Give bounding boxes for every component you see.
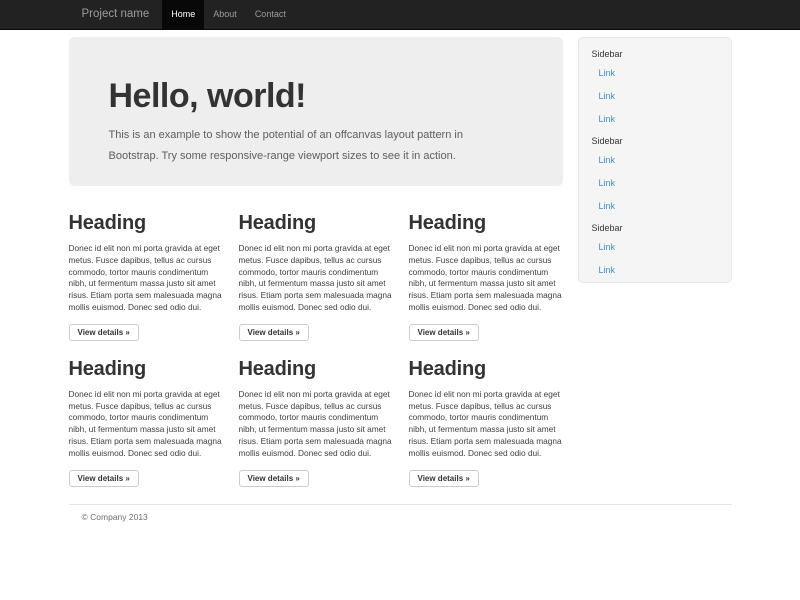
card-1: Heading Donec id elit non mi porta gravi… (69, 212, 224, 341)
card-3: Heading Donec id elit non mi porta gravi… (409, 212, 564, 341)
sidebar-link[interactable]: Link (579, 172, 731, 195)
sidebar-panel: Sidebar Link Link Link Sidebar Link Link… (578, 37, 732, 283)
sidebar-link[interactable]: Link (579, 236, 731, 259)
sidebar-link[interactable]: Link (579, 195, 731, 218)
card-body-text: Donec id elit non mi porta gravida at eg… (69, 243, 224, 314)
sidebar-group-heading: Sidebar (579, 218, 731, 236)
view-details-button[interactable]: View details » (69, 324, 139, 341)
card-heading: Heading (69, 212, 224, 235)
jumbotron-text-line-1: This is an example to show the potential… (109, 125, 523, 146)
card-heading: Heading (69, 358, 224, 381)
view-details-button[interactable]: View details » (409, 324, 479, 341)
sidebar-group-3: Sidebar Link Link (579, 218, 731, 282)
card-4: Heading Donec id elit non mi porta gravi… (69, 358, 224, 487)
card-heading: Heading (239, 358, 394, 381)
card-body-text: Donec id elit non mi porta gravida at eg… (239, 243, 394, 314)
nav-item-contact[interactable]: Contact (246, 0, 295, 29)
cards-row-2: Heading Donec id elit non mi porta gravi… (69, 358, 563, 487)
sidebar-link[interactable]: Link (579, 149, 731, 172)
footer-copyright: © Company 2013 (82, 512, 732, 522)
card-2: Heading Donec id elit non mi porta gravi… (239, 212, 394, 341)
sidebar-group-heading: Sidebar (579, 131, 731, 149)
card-heading: Heading (409, 358, 564, 381)
card-body-text: Donec id elit non mi porta gravida at eg… (409, 389, 564, 460)
card-5: Heading Donec id elit non mi porta gravi… (239, 358, 394, 487)
view-details-button[interactable]: View details » (69, 470, 139, 487)
card-6: Heading Donec id elit non mi porta gravi… (409, 358, 564, 487)
view-details-button[interactable]: View details » (239, 324, 309, 341)
card-body-text: Donec id elit non mi porta gravida at eg… (409, 243, 564, 314)
jumbotron-title: Hello, world! (109, 78, 523, 114)
jumbotron: Hello, world! This is an example to show… (69, 37, 563, 186)
navbar-brand[interactable]: Project name (69, 0, 163, 29)
sidebar-group-heading: Sidebar (579, 44, 731, 62)
navbar: Project name Home About Contact (0, 0, 800, 30)
cards-row-1: Heading Donec id elit non mi porta gravi… (69, 212, 563, 341)
content-row: Hello, world! This is an example to show… (69, 37, 732, 487)
page-container: Hello, world! This is an example to show… (69, 37, 732, 522)
view-details-button[interactable]: View details » (239, 470, 309, 487)
view-details-button[interactable]: View details » (409, 470, 479, 487)
card-body-text: Donec id elit non mi porta gravida at eg… (239, 389, 394, 460)
navbar-inner: Project name Home About Contact (69, 0, 732, 29)
footer: © Company 2013 (69, 504, 732, 522)
jumbotron-text: This is an example to show the potential… (109, 125, 523, 167)
card-body-text: Donec id elit non mi porta gravida at eg… (69, 389, 224, 460)
card-heading: Heading (239, 212, 394, 235)
nav-item-about[interactable]: About (204, 0, 246, 29)
sidebar-link[interactable]: Link (579, 259, 731, 282)
sidebar-link[interactable]: Link (579, 62, 731, 85)
sidebar-link[interactable]: Link (579, 108, 731, 131)
main-column: Hello, world! This is an example to show… (69, 37, 563, 487)
sidebar-group-1: Sidebar Link Link Link (579, 44, 731, 131)
sidebar-link[interactable]: Link (579, 85, 731, 108)
sidebar-group-2: Sidebar Link Link Link (579, 131, 731, 218)
jumbotron-text-line-2: Bootstrap. Try some responsive-range vie… (109, 146, 523, 167)
sidebar-column: Sidebar Link Link Link Sidebar Link Link… (578, 37, 732, 487)
card-heading: Heading (409, 212, 564, 235)
nav-item-home[interactable]: Home (162, 0, 204, 29)
navbar-nav: Home About Contact (162, 0, 295, 29)
